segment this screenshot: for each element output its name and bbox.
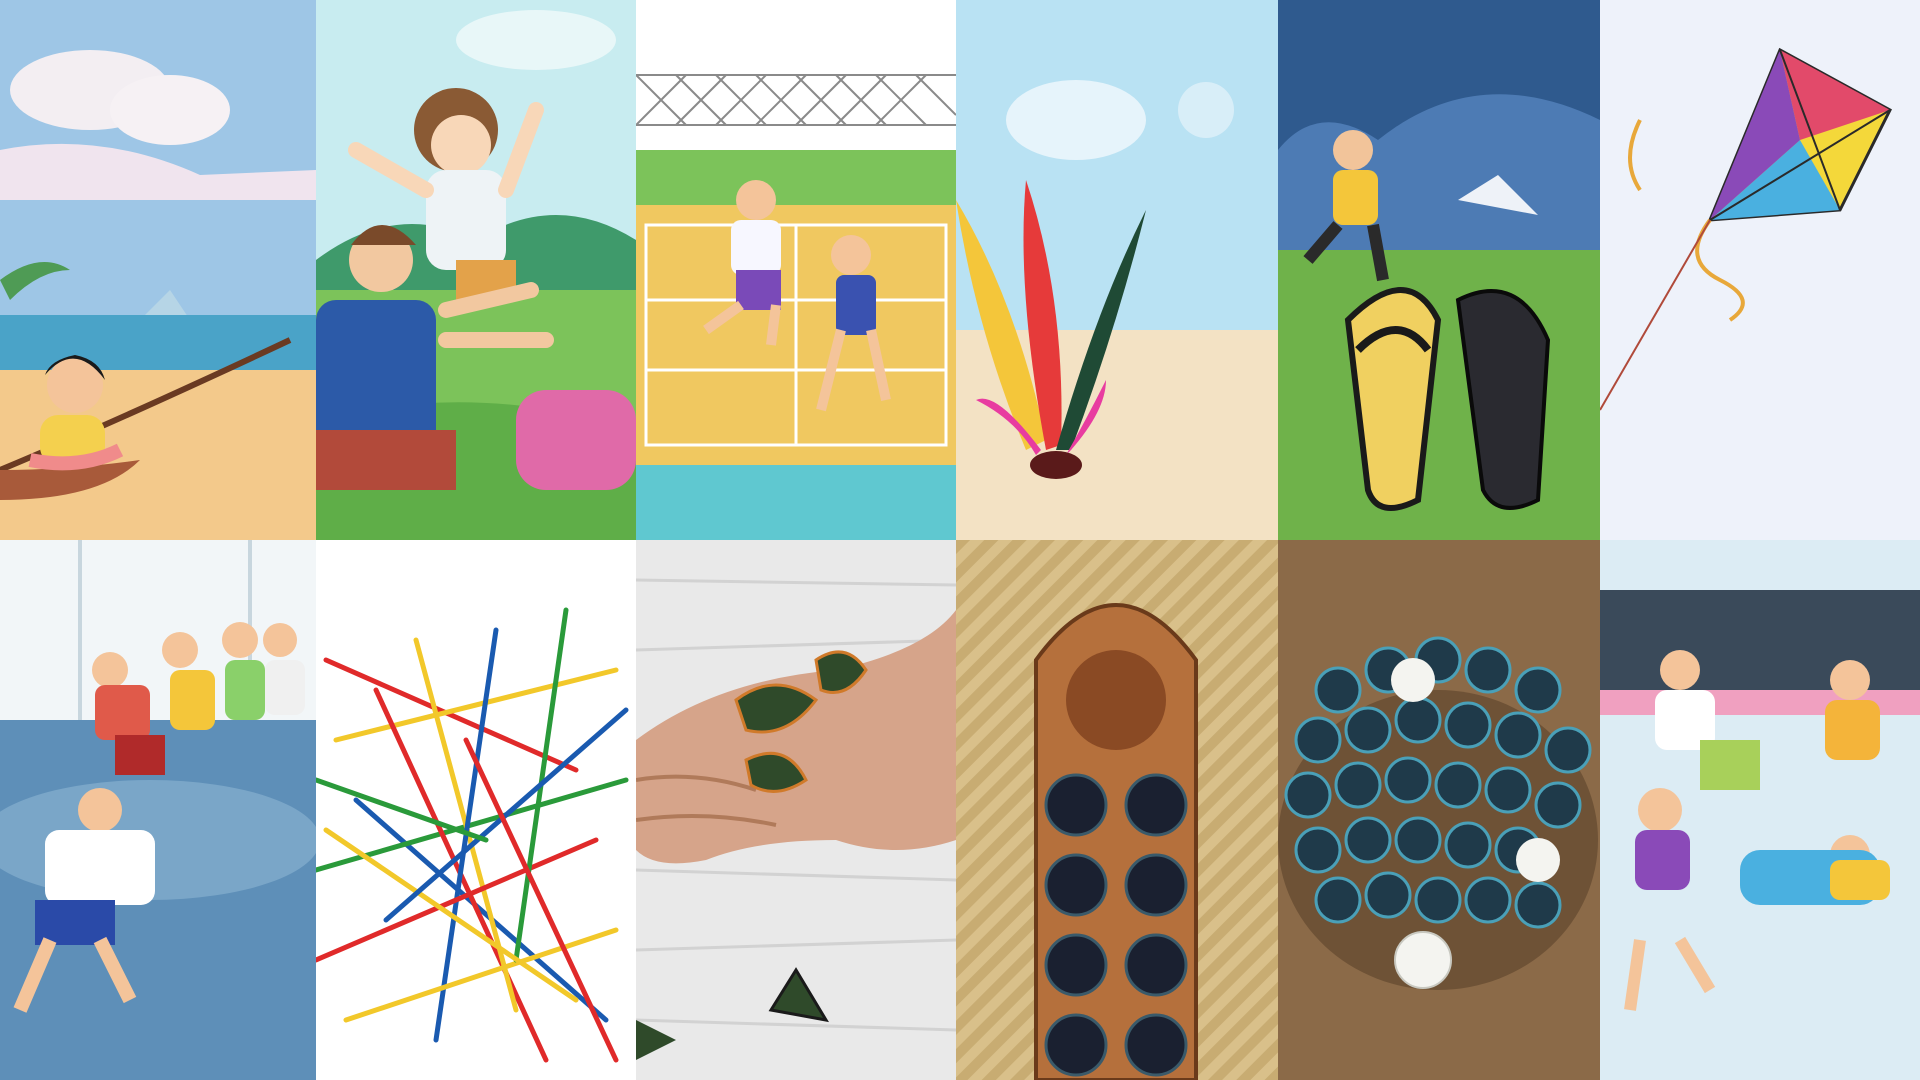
tile-congklak-board xyxy=(956,540,1278,1080)
tile-boys-on-court xyxy=(636,0,956,540)
tile-shuttlecock xyxy=(956,0,1278,540)
tile-children-running xyxy=(0,540,316,1080)
tile-beach-hammock xyxy=(0,0,316,540)
photo-collage xyxy=(0,0,1920,1080)
tile-kite xyxy=(1600,0,1920,540)
tile-boy-and-sandals xyxy=(1278,0,1600,540)
tile-marbles xyxy=(1278,540,1600,1080)
tile-children-tag xyxy=(1600,540,1920,1080)
tile-hand-pebbles xyxy=(636,540,956,1080)
tile-children-catching xyxy=(316,0,636,540)
tile-pick-up-sticks xyxy=(316,540,636,1080)
